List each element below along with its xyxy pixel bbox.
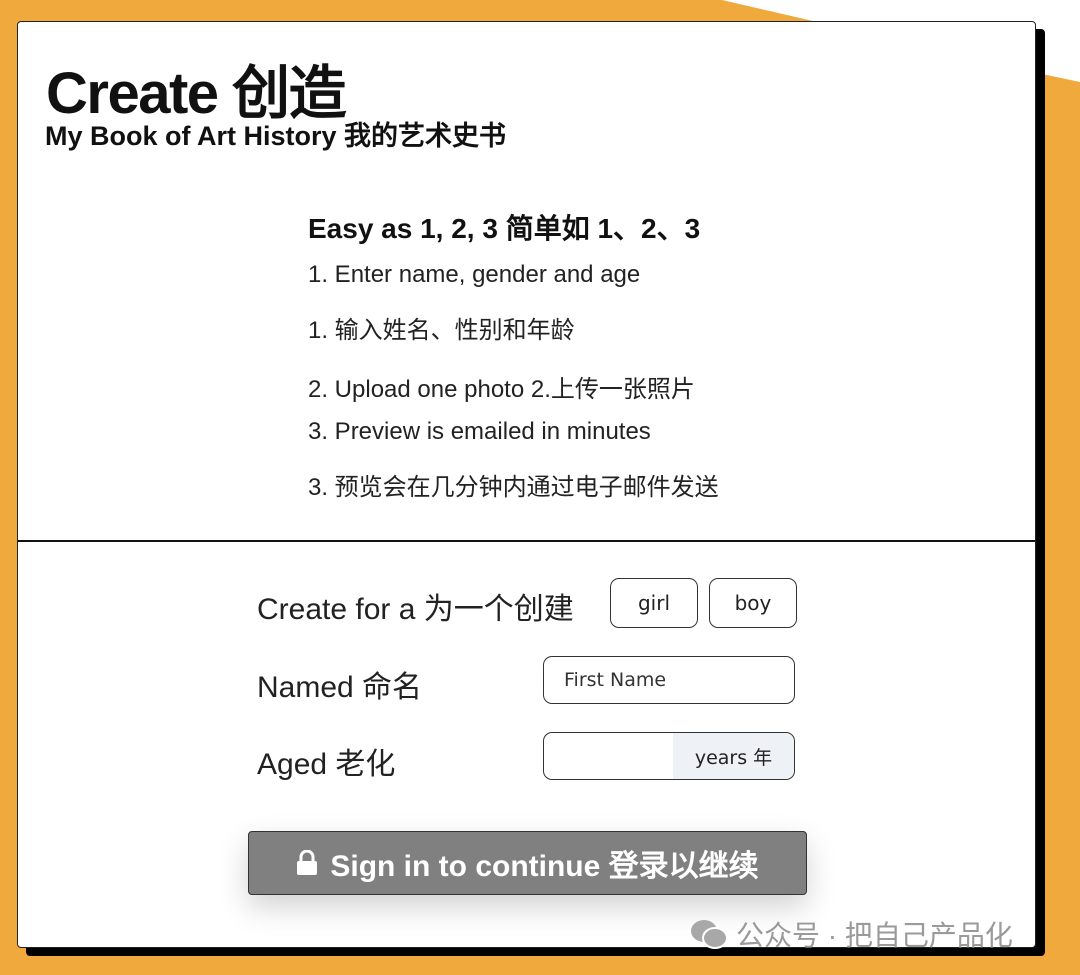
girl-button[interactable]: girl [610, 578, 698, 628]
create-card: Create 创造 My Book of Art History 我的艺术史书 … [17, 21, 1036, 951]
divider [18, 540, 1035, 542]
age-unit-label: years 年 [673, 733, 794, 779]
step-item: 2. Upload one photo 2.上传一张照片 [308, 376, 695, 403]
name-field-wrapper [543, 656, 795, 704]
watermark-text: 公众号 · 把自己产品化 [736, 920, 1013, 951]
step-item: 1. 输入姓名、性别和年龄 [308, 317, 575, 344]
sign-in-button[interactable]: Sign in to continue 登录以继续 [248, 831, 807, 895]
boy-button[interactable]: boy [709, 578, 797, 628]
page-subtitle: My Book of Art History 我的艺术史书 [45, 121, 507, 151]
steps-heading: Easy as 1, 2, 3 简单如 1、2、3 [308, 213, 701, 244]
steps-section: Easy as 1, 2, 3 简单如 1、2、3 1. Enter name,… [308, 207, 719, 516]
step-item: 3. Preview is emailed in minutes [308, 418, 651, 445]
first-name-input[interactable] [544, 657, 794, 703]
wechat-icon [691, 920, 728, 949]
sign-in-label: Sign in to continue 登录以继续 [330, 850, 759, 883]
step-item: 3. 预览会在几分钟内通过电子邮件发送 [308, 474, 719, 501]
age-field-wrapper: years 年 [543, 732, 795, 780]
named-label: Named 命名 [257, 671, 423, 704]
aged-label: Aged 老化 [257, 748, 396, 781]
lock-icon [297, 850, 318, 875]
create-for-label: Create for a 为一个创建 [257, 593, 574, 626]
step-item: 1. Enter name, gender and age [308, 261, 641, 288]
watermark: 公众号 · 把自己产品化 [690, 914, 1013, 954]
